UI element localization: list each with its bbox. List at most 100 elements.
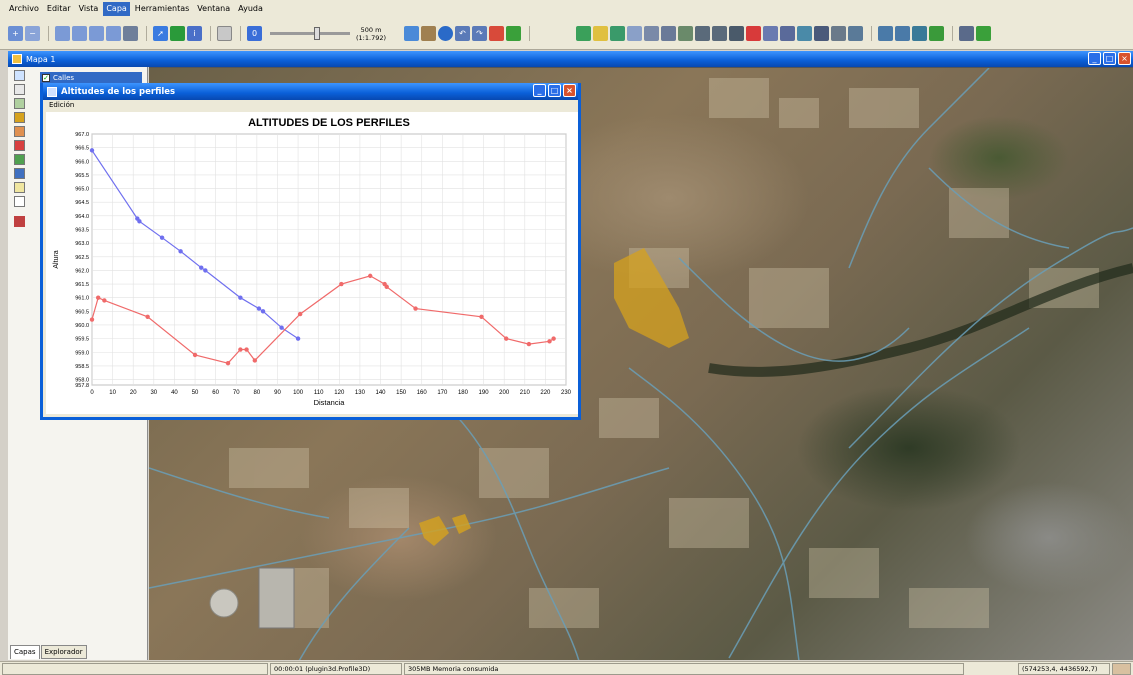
x-tick-label: 130: [355, 390, 366, 396]
navigation-tools: [55, 26, 147, 41]
table-icon[interactable]: [627, 26, 643, 41]
profile-window-icon: [47, 86, 57, 97]
tree-icon[interactable]: [814, 26, 830, 41]
export-icon[interactable]: [661, 26, 677, 41]
toc-tabs: Capas Explorador: [10, 645, 88, 659]
series-1-point: [297, 311, 303, 317]
map-window-icon: [12, 54, 22, 64]
close-icon[interactable]: ×: [1118, 52, 1131, 65]
tab-capas[interactable]: Capas: [10, 645, 40, 659]
series-1-point: [244, 347, 249, 352]
folder-icon[interactable]: [593, 26, 609, 41]
globe-icon[interactable]: [438, 26, 454, 41]
plaza-fountain: [209, 588, 239, 618]
layer-properties-icon[interactable]: [610, 26, 626, 41]
ruler-icon[interactable]: [217, 26, 232, 41]
maximize-icon[interactable]: □: [1103, 52, 1116, 65]
download-icon[interactable]: [976, 26, 992, 41]
select-icon[interactable]: ➚: [153, 26, 168, 41]
y-tick-label: 966.5: [75, 146, 89, 152]
shield-icon[interactable]: [170, 26, 185, 41]
scale-readout: 500 m (1:1.792): [356, 26, 386, 42]
menu-edicion[interactable]: Edición: [49, 101, 74, 109]
layer-visibility-checkbox[interactable]: ✓: [42, 74, 50, 82]
menu-item-ventana[interactable]: Ventana: [194, 2, 233, 16]
analysis-tools: [878, 26, 954, 41]
x-tick-label: 180: [458, 390, 469, 396]
profile-close-icon[interactable]: ×: [563, 84, 576, 97]
profile-dialog-titlebar[interactable]: Altitudes de los perfiles _ □ ×: [43, 83, 578, 100]
series-1-point: [547, 339, 552, 344]
series-1-point: [339, 281, 344, 287]
zoom-slider-thumb[interactable]: [314, 27, 321, 40]
profile-icon[interactable]: [506, 26, 522, 41]
zoom-out-icon[interactable]: −: [25, 26, 40, 41]
pin-icon[interactable]: [746, 26, 762, 41]
network-icon[interactable]: [797, 26, 813, 41]
route-add-icon[interactable]: [895, 26, 911, 41]
y-tick-label: 966.0: [75, 159, 89, 165]
x-tick-label: 90: [274, 390, 281, 396]
y-tick-label: 962.5: [75, 255, 89, 261]
pencil-icon[interactable]: [421, 26, 437, 41]
series-0-point: [295, 336, 301, 341]
zoom-window-icon[interactable]: [55, 26, 70, 41]
menu-item-herramientas[interactable]: Herramientas: [132, 2, 193, 16]
zoom-in-icon[interactable]: +: [8, 26, 23, 41]
route-icon[interactable]: [878, 26, 894, 41]
lock-icon[interactable]: [831, 26, 847, 41]
legend-street-icon: [13, 84, 25, 95]
map-window-titlebar[interactable]: Mapa 1 _ □ ×: [8, 51, 1133, 67]
zoom-layer-icon[interactable]: [106, 26, 121, 41]
y-tick-label: 962.0: [75, 268, 89, 274]
status-bar: 00:00:01 (plugin3d.Profile3D) 305MB Memo…: [0, 661, 1133, 675]
profile-window-controls: _ □ ×: [531, 84, 576, 97]
zoom-slider[interactable]: [270, 27, 350, 40]
profile-minimize-icon[interactable]: _: [533, 84, 546, 97]
menu-item-archivo[interactable]: Archivo: [6, 2, 42, 16]
report-icon[interactable]: [780, 26, 796, 41]
legend-raster-icon: [13, 216, 25, 227]
scale-icon[interactable]: 0: [247, 26, 262, 41]
profile-maximize-icon[interactable]: □: [548, 84, 561, 97]
cursor-icon[interactable]: [848, 26, 864, 41]
locate-icon[interactable]: [489, 26, 505, 41]
series-1-point: [384, 284, 389, 289]
highlighted-footprint-small[interactable]: [419, 516, 449, 546]
chart-icon[interactable]: [763, 26, 779, 41]
x-tick-label: 150: [396, 390, 407, 396]
redo-icon[interactable]: ↷: [472, 26, 488, 41]
zoom-previous-icon[interactable]: [72, 26, 87, 41]
edit-icon[interactable]: [404, 26, 420, 41]
overlay-icon[interactable]: [729, 26, 745, 41]
x-tick-label: 40: [171, 390, 178, 396]
grid-icon[interactable]: [695, 26, 711, 41]
menu-bar: Archivo Editar Vista Capa Herramientas Ventan…: [0, 0, 1133, 18]
route-remove-icon[interactable]: [912, 26, 928, 41]
y-tick-label: 963.5: [75, 227, 89, 233]
tools-icon[interactable]: [959, 26, 975, 41]
tab-explorador[interactable]: Explorador: [40, 645, 87, 659]
add-layer-icon[interactable]: [576, 26, 592, 41]
x-axis-label: Distancia: [314, 398, 346, 407]
info-icon[interactable]: i: [187, 26, 202, 41]
menu-item-vista[interactable]: Vista: [76, 2, 102, 16]
raster-icon[interactable]: [678, 26, 694, 41]
zoom-extent-icon[interactable]: [89, 26, 104, 41]
menu-item-capa[interactable]: Capa: [103, 2, 130, 16]
zoom-tools: + −: [8, 26, 49, 41]
undo-icon[interactable]: ↶: [455, 26, 471, 41]
status-map-icon[interactable]: [1112, 663, 1131, 675]
pan-icon[interactable]: [123, 26, 138, 41]
series-0-point: [260, 309, 266, 314]
menu-item-editar[interactable]: Editar: [44, 2, 74, 16]
x-tick-label: 70: [233, 390, 240, 396]
series-1-point: [145, 314, 150, 319]
x-tick-label: 30: [150, 390, 157, 396]
tree-3d-icon[interactable]: [929, 26, 945, 41]
minimize-icon[interactable]: _: [1088, 52, 1101, 65]
menu-item-ayuda[interactable]: Ayuda: [235, 2, 266, 16]
highlighted-footprint-small-2[interactable]: [452, 514, 471, 534]
print-icon[interactable]: [644, 26, 660, 41]
view-icon[interactable]: [712, 26, 728, 41]
